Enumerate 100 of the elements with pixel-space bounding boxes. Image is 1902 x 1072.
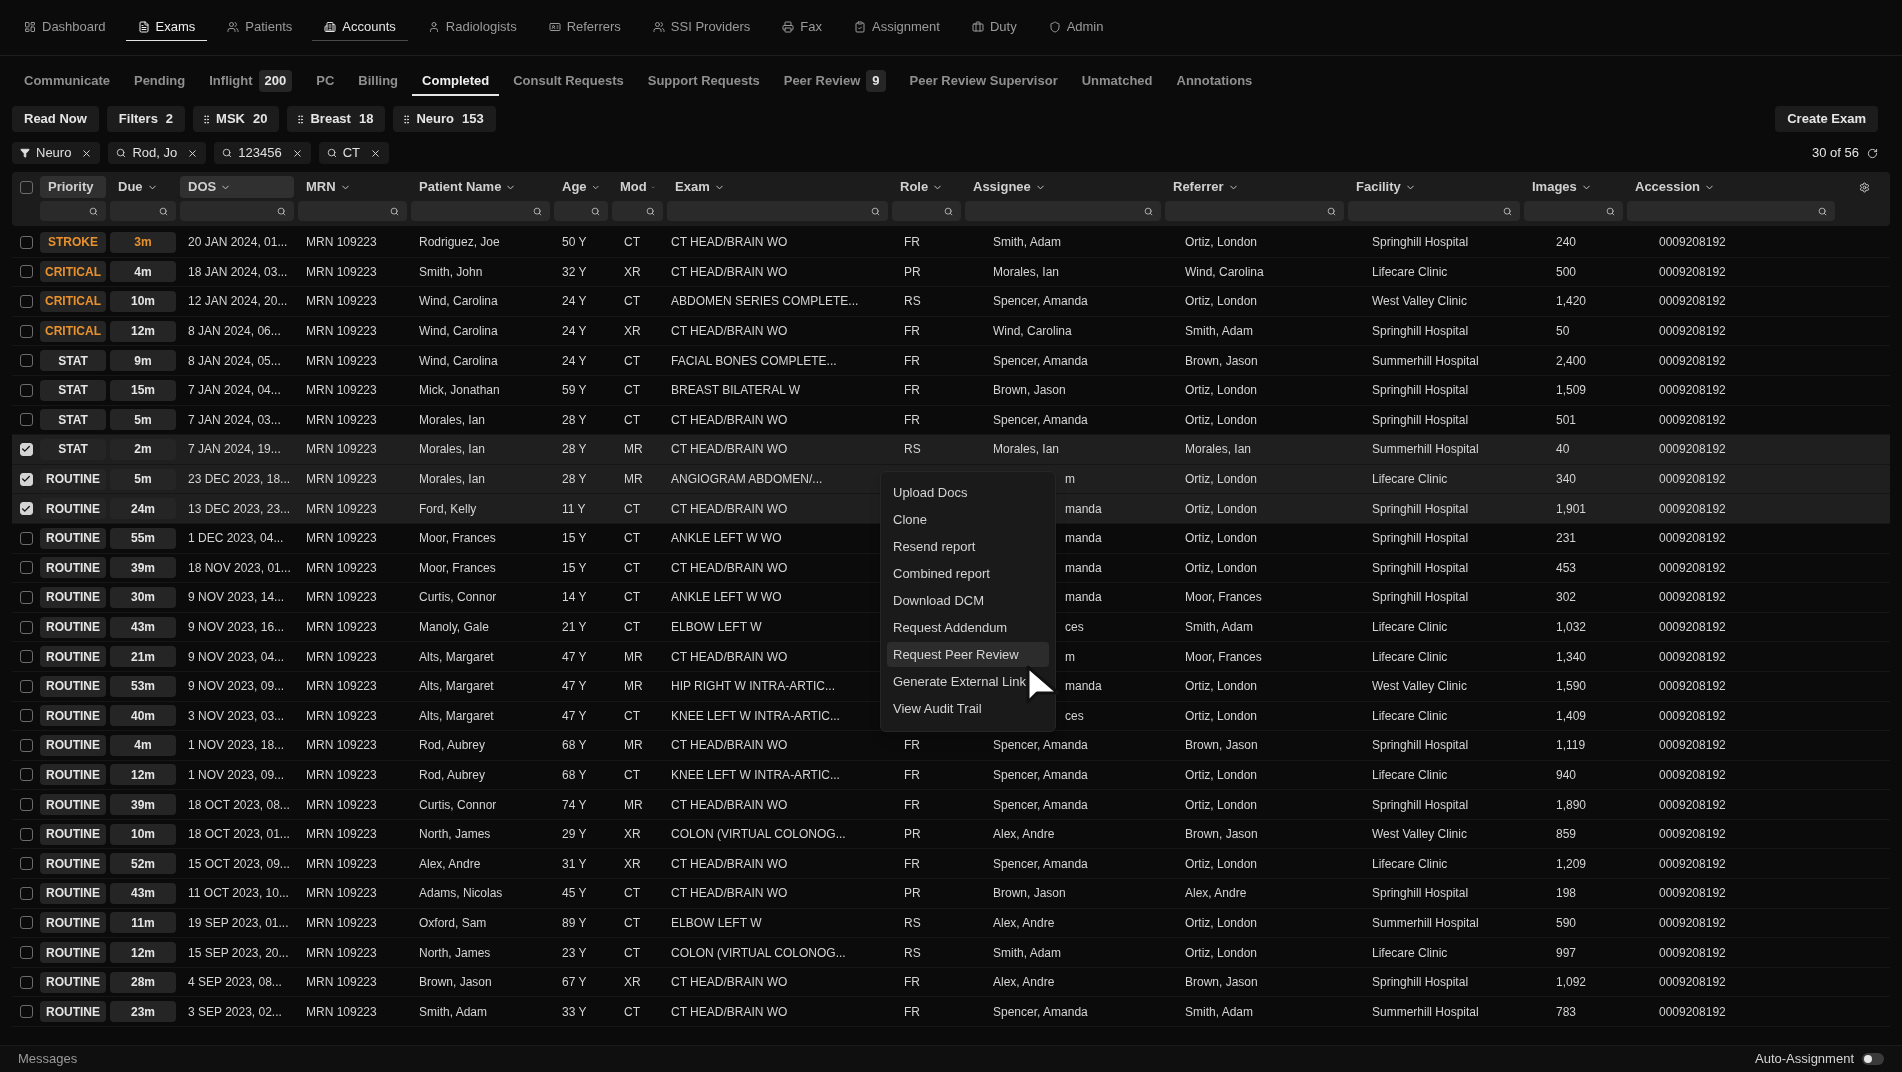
column-header[interactable]: Facility [1348,176,1520,198]
nav-tab[interactable]: Admin [1036,13,1116,41]
tab[interactable]: Support Requests [637,68,770,96]
group-chip[interactable]: MSK 20 [193,106,280,132]
filter-tag[interactable]: 123456 [214,142,311,164]
nav-tab[interactable]: SSI Providers [640,13,763,41]
refresh-icon[interactable] [1867,147,1878,159]
checkbox[interactable] [19,857,33,871]
column-filter-field[interactable] [612,201,663,221]
column-header[interactable]: Patient Name [411,176,550,198]
nav-tab[interactable]: Referrers [536,13,633,41]
checkbox[interactable] [19,383,33,397]
column-filter-field[interactable] [298,201,407,221]
filter-tag[interactable]: Neuro [12,142,101,164]
filter-chip[interactable]: Read Now [12,106,99,132]
checkbox[interactable] [19,620,33,634]
column-filter-field[interactable] [110,201,176,221]
tab[interactable]: Unmatched [1071,68,1163,96]
checkbox[interactable] [19,1005,33,1019]
filter-chip[interactable]: Filters 2 [106,106,186,132]
checkbox[interactable] [19,324,33,338]
checkbox[interactable] [19,650,33,664]
checkbox[interactable] [19,827,33,841]
checkbox[interactable] [19,946,33,960]
nav-tab[interactable]: Assignment [842,13,952,41]
column-header[interactable]: Priority [40,176,106,198]
column-header[interactable]: DOS [180,176,294,198]
column-filter-field[interactable] [40,201,106,221]
column-header[interactable]: Referrer [1165,176,1344,198]
column-filter-field[interactable] [1524,201,1623,221]
menu-item[interactable]: Combined report [887,561,1049,586]
checkbox[interactable] [19,531,33,545]
checkbox[interactable] [19,354,33,368]
column-header[interactable]: Due [110,176,176,198]
checkbox[interactable] [19,590,33,604]
nav-tab[interactable]: Radiologists [415,13,529,41]
menu-item[interactable]: Upload Docs [887,480,1049,505]
menu-item[interactable]: Request Peer Review [887,642,1049,667]
column-header[interactable]: Age [554,176,608,198]
create-exam-button[interactable]: Create Exam [1775,106,1878,132]
close-icon[interactable] [187,147,199,159]
tab[interactable]: Billing [348,68,409,96]
group-chip[interactable]: Neuro 153 [393,106,496,132]
nav-tab[interactable]: Exams [125,13,208,41]
column-filter-field[interactable] [667,201,888,221]
checkbox[interactable] [19,916,33,930]
checkbox[interactable] [19,180,33,194]
column-filter-field[interactable] [1348,201,1520,221]
tab[interactable]: Peer Review 9 [773,68,896,96]
column-header[interactable]: Role [892,176,961,198]
column-filter-field[interactable] [1627,201,1835,221]
tab[interactable]: Annotations [1166,68,1263,96]
nav-tab[interactable]: Duty [959,13,1029,41]
tab[interactable]: PC [306,68,345,96]
checkbox[interactable] [19,235,33,249]
checkbox[interactable] [19,679,33,693]
filter-tag[interactable]: CT [318,142,389,164]
checkbox[interactable] [19,561,33,575]
menu-item[interactable]: Clone [887,507,1049,532]
column-filter-field[interactable] [892,201,961,221]
group-chip[interactable]: Breast 18 [287,106,386,132]
checkbox[interactable] [19,709,33,723]
nav-tab[interactable]: Patients [215,13,305,41]
column-header[interactable]: Exam [667,176,888,198]
column-filter-field[interactable] [1165,201,1344,221]
menu-item[interactable]: Resend report [887,534,1049,559]
nav-tab[interactable]: Accounts [312,13,408,41]
column-header[interactable]: Accession [1627,176,1835,198]
checkbox[interactable] [19,768,33,782]
nav-tab[interactable]: Fax [770,13,834,41]
checkbox[interactable] [19,738,33,752]
checkbox[interactable] [19,265,33,279]
column-filter-field[interactable] [411,201,550,221]
toggle-switch[interactable] [1862,1053,1884,1065]
checkbox[interactable] [19,798,33,812]
close-icon[interactable] [369,147,381,159]
checkbox[interactable] [19,413,33,427]
checkbox[interactable] [19,886,33,900]
close-icon[interactable] [291,147,303,159]
column-header[interactable]: MRN [298,176,407,198]
filter-tag[interactable]: Rod, Jo [108,142,207,164]
menu-item[interactable]: Download DCM [887,588,1049,613]
checkbox[interactable] [19,295,33,308]
tab[interactable]: Communicate [14,68,120,96]
checkbox[interactable] [19,975,33,989]
tab[interactable]: Completed [412,68,500,96]
tab[interactable]: Inflight 200 [199,68,303,96]
nav-tab[interactable]: Dashboard [12,13,118,41]
messages-label[interactable]: Messages [18,1049,78,1069]
column-header[interactable]: Mod [612,176,663,198]
column-header[interactable]: Images [1524,176,1623,198]
tab[interactable]: Consult Requests [503,68,634,96]
tab[interactable]: Pending [123,68,196,96]
column-filter-field[interactable] [965,201,1161,221]
menu-item[interactable]: View Audit Trail [887,696,1049,721]
close-icon[interactable] [81,147,93,159]
column-filter-field[interactable] [554,201,608,221]
column-filter-field[interactable] [180,201,294,221]
tab[interactable]: Peer Review Supervisor [899,68,1068,96]
column-header[interactable]: Assignee [965,176,1161,198]
